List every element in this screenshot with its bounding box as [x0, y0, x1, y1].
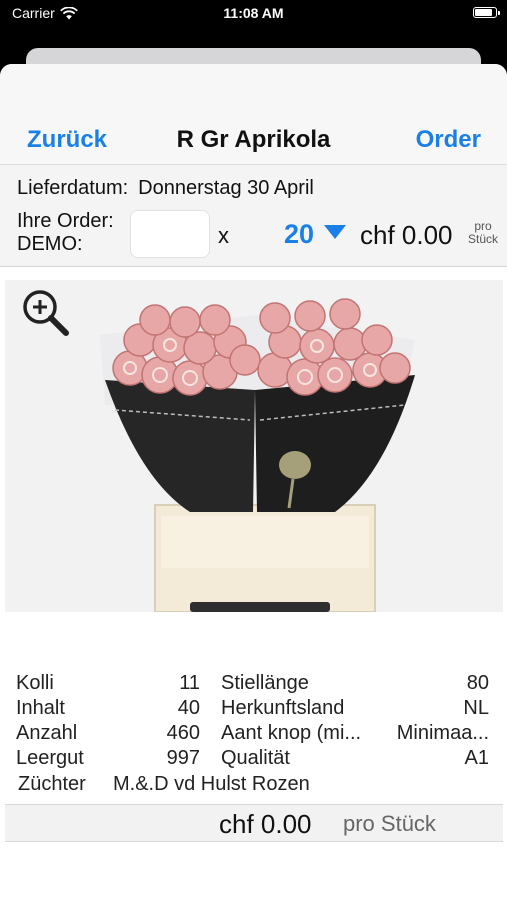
- per-unit-line2: Stück: [468, 232, 499, 246]
- order-label-line1: Ihre Order:: [17, 210, 114, 232]
- quantity-input[interactable]: [130, 210, 210, 258]
- detail-value: 40: [177, 697, 200, 719]
- rose-bouquet-image: [100, 298, 415, 612]
- status-bar: Carrier 11:08 AM: [0, 0, 507, 30]
- detail-value: 460: [166, 722, 200, 744]
- detail-label: Anzahl: [16, 722, 78, 744]
- detail-label: Inhalt: [16, 697, 65, 719]
- details-row: Inhalt 40 Herkunftsland NL: [0, 697, 507, 723]
- detail-label: Kolli: [16, 672, 54, 694]
- details-row: Kolli 11 Stiellänge 80: [0, 672, 507, 698]
- delivery-label: Lieferdatum:: [17, 177, 129, 199]
- details-row: Anzahl 460 Aant knop (mi... Minimaa...: [0, 722, 507, 748]
- per-unit-label: pro Stück: [468, 220, 498, 246]
- details-row: Leergut 997 Qualität A1: [0, 747, 507, 773]
- price-footer: chf 0.00 pro Stück: [5, 804, 503, 842]
- detail-value: NL: [463, 697, 489, 719]
- breeder-row: Züchter M.&.D vd Hulst Rozen: [0, 773, 507, 799]
- detail-label: Herkunftsland: [221, 697, 345, 719]
- product-sheet: Zurück R Gr Aprikola Order Lieferdatum: D…: [0, 64, 507, 900]
- back-button[interactable]: Zurück: [27, 126, 107, 154]
- detail-label: Leergut: [16, 747, 84, 769]
- breeder-value: M.&.D vd Hulst Rozen: [113, 773, 310, 795]
- battery-icon: [473, 7, 500, 18]
- status-time: 11:08 AM: [223, 5, 284, 21]
- navigation-bar: Zurück R Gr Aprikola Order: [0, 64, 507, 165]
- detail-label: Qualität: [221, 747, 290, 769]
- breeder-label: Züchter: [18, 773, 86, 795]
- zoom-in-icon[interactable]: [19, 286, 71, 338]
- order-panel: Lieferdatum: Donnerstag 30 April Ihre Ord…: [0, 165, 507, 267]
- order-label-line2: DEMO:: [17, 233, 83, 255]
- unit-picker[interactable]: 20: [284, 219, 347, 250]
- caret-down-icon: [324, 224, 347, 239]
- detail-value: 11: [179, 672, 200, 694]
- order-label: Ihre Order: DEMO:: [17, 210, 114, 256]
- product-image[interactable]: [5, 280, 503, 612]
- times-sign: x: [218, 223, 229, 248]
- delivery-row: Lieferdatum: Donnerstag 30 April: [17, 177, 314, 200]
- order-button[interactable]: Order: [416, 126, 481, 154]
- footer-price: chf 0.00: [219, 809, 312, 839]
- order-price: chf 0.00: [360, 220, 453, 250]
- detail-value: Minimaa...: [396, 722, 489, 744]
- unit-value: 20: [284, 219, 315, 249]
- detail-value: 80: [466, 672, 489, 694]
- detail-label: Aant knop (mi...: [221, 722, 362, 744]
- footer-unit: pro Stück: [343, 811, 436, 836]
- delivery-date: Donnerstag 30 April: [138, 177, 314, 199]
- detail-value: A1: [464, 747, 489, 769]
- detail-label: Stiellänge: [221, 672, 309, 694]
- detail-value: 997: [166, 747, 200, 769]
